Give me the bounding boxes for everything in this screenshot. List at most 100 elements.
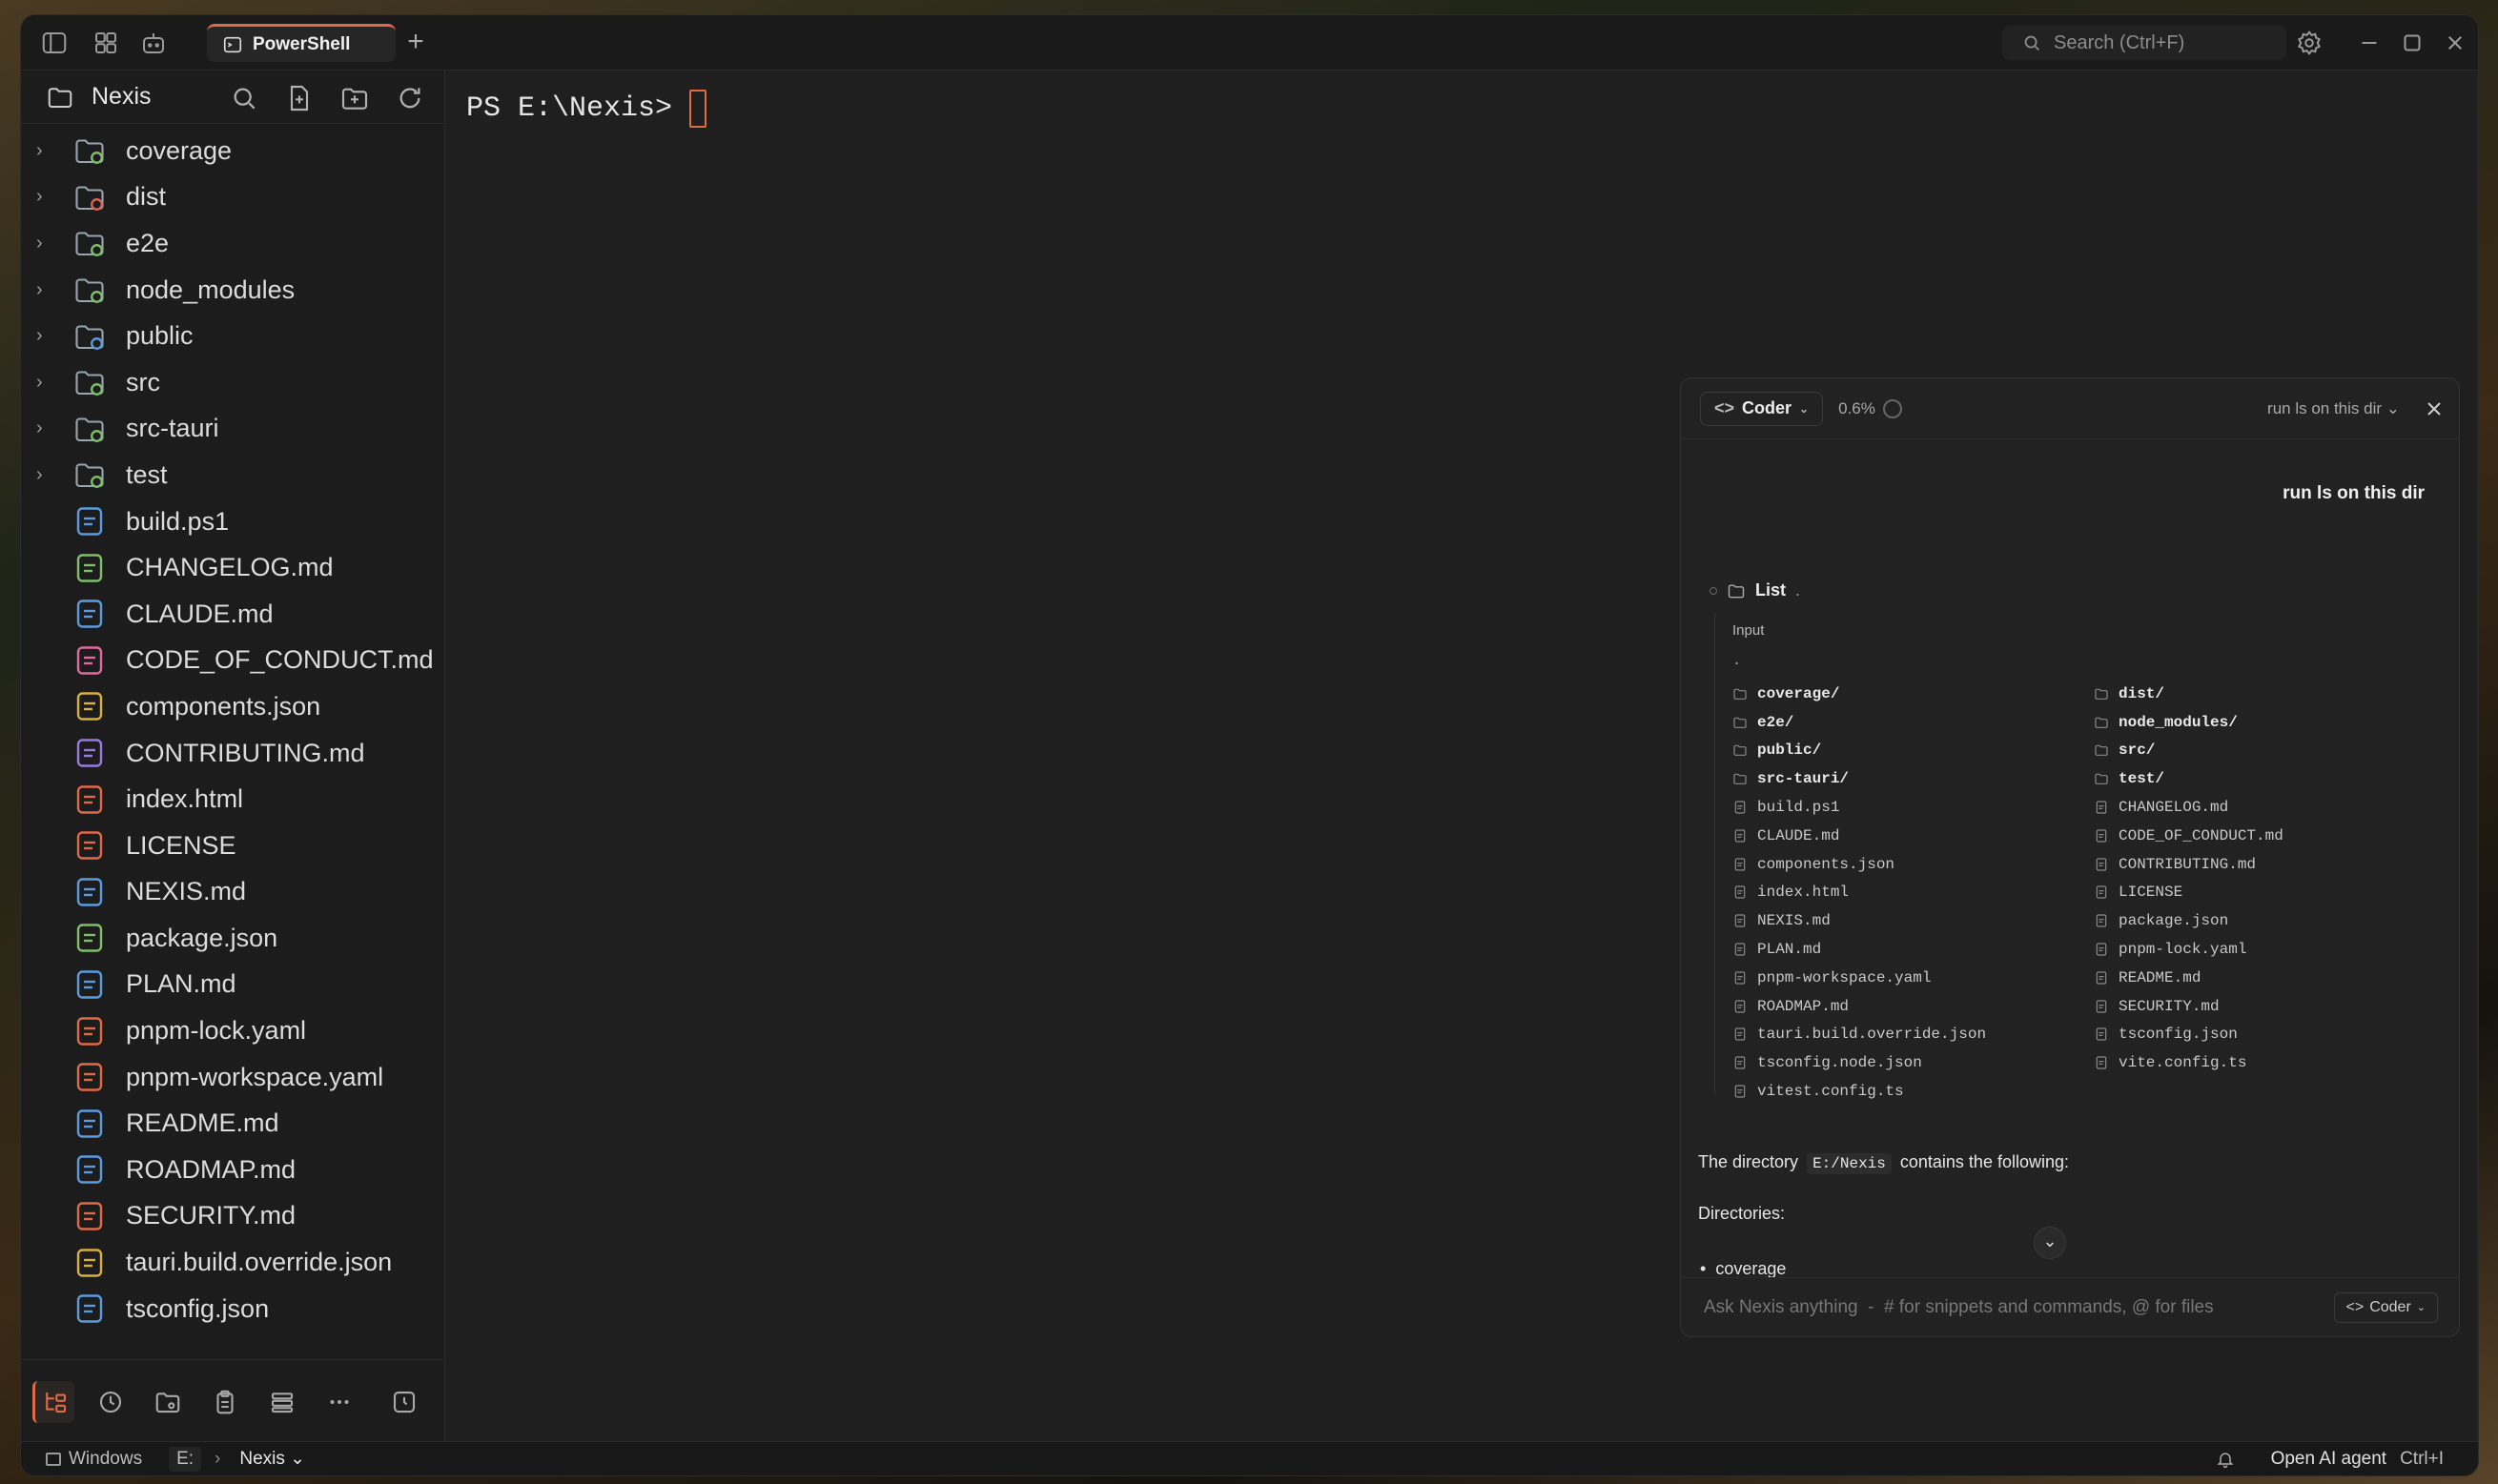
file-row[interactable]: pnpm-workspace.yaml <box>21 1054 444 1101</box>
chevron-right-icon[interactable]: › <box>36 325 59 347</box>
folder-icon <box>72 365 107 399</box>
folder-row[interactable]: › dist <box>21 174 444 221</box>
listing-entry-name: dist/ <box>2119 684 2165 702</box>
search-files-icon[interactable] <box>229 83 259 113</box>
grid-icon[interactable] <box>92 29 120 57</box>
chevron-right-icon[interactable]: › <box>36 464 59 486</box>
file-icon <box>72 736 107 770</box>
bell-icon[interactable] <box>2216 1450 2235 1469</box>
tool-call-header[interactable]: List . <box>1710 580 1800 600</box>
session-title-label: run ls on this dir <box>2267 398 2383 417</box>
refresh-icon[interactable] <box>395 83 425 113</box>
folder-row[interactable]: › public <box>21 313 444 359</box>
settings-gear-icon[interactable] <box>2295 29 2324 57</box>
new-folder-icon[interactable] <box>339 83 370 113</box>
scroll-down-button[interactable]: ⌄ <box>2034 1227 2066 1259</box>
file-row[interactable]: NEXIS.md <box>21 869 444 916</box>
file-row[interactable]: tsconfig.json <box>21 1286 444 1332</box>
file-icon <box>1732 884 1757 900</box>
folder-breadcrumb-label: Nexis <box>239 1449 285 1469</box>
file-row[interactable]: CONTRIBUTING.md <box>21 730 444 777</box>
search-box[interactable]: Search (Ctrl+F) <box>2002 26 2286 60</box>
file-icon <box>72 1014 107 1048</box>
folder-row[interactable]: › e2e <box>21 220 444 267</box>
folder-row[interactable]: › node_modules <box>21 267 444 314</box>
file-row[interactable]: pnpm-lock.yaml <box>21 1007 444 1054</box>
folder-row[interactable]: › src <box>21 359 444 406</box>
file-row[interactable]: PLAN.md <box>21 962 444 1008</box>
listing-entry-name: pnpm-lock.yaml <box>2119 941 2247 959</box>
listing-entry: vitest.config.ts <box>1732 1077 1986 1106</box>
search-placeholder: Search (Ctrl+F) <box>2054 31 2185 53</box>
chat-header: <> Coder ⌄ 0.6% run ls on this dir ⌄ <box>1681 378 2459 439</box>
chevron-right-icon[interactable]: › <box>36 417 59 439</box>
minimize-icon[interactable] <box>2355 29 2384 57</box>
drive-breadcrumb[interactable]: E: <box>169 1446 202 1472</box>
file-row[interactable]: components.json <box>21 683 444 730</box>
mode-selector[interactable]: <> Coder ⌄ <box>1700 391 1824 426</box>
folder-row[interactable]: › src-tauri <box>21 406 444 453</box>
file-row[interactable]: CODE_OF_CONDUCT.md <box>21 638 444 684</box>
listing-entry: ROADMAP.md <box>1732 992 1986 1021</box>
chevron-right-icon[interactable]: › <box>36 140 59 162</box>
item-label: build.ps1 <box>126 506 230 536</box>
close-window-icon[interactable] <box>2441 29 2469 57</box>
file-row[interactable]: ROADMAP.md <box>21 1147 444 1193</box>
file-row[interactable]: CHANGELOG.md <box>21 544 444 591</box>
new-file-icon[interactable] <box>284 83 315 113</box>
terminal-area[interactable]: PS E:\Nexis> <box>466 90 707 128</box>
file-row[interactable]: build.ps1 <box>21 498 444 545</box>
input-mode-selector[interactable]: <> Coder ⌄ <box>2333 1291 2438 1323</box>
file-row[interactable]: index.html <box>21 776 444 823</box>
file-tree-view-icon[interactable] <box>32 1380 74 1423</box>
file-row[interactable]: SECURITY.md <box>21 1193 444 1240</box>
close-panel-icon[interactable] <box>2423 397 2446 420</box>
bot-icon[interactable] <box>139 29 168 57</box>
mode-label: Coder <box>1742 398 1792 417</box>
code-icon: <> <box>2345 1298 2365 1315</box>
file-icon <box>72 967 107 1002</box>
tab-powershell[interactable]: PowerShell <box>207 24 396 62</box>
file-icon <box>72 1291 107 1326</box>
listing-entry: package.json <box>2094 906 2283 935</box>
clipboard-icon[interactable] <box>204 1381 246 1423</box>
listing-entry: CHANGELOG.md <box>2094 793 2283 822</box>
folder-row[interactable]: › coverage <box>21 128 444 174</box>
git-folder-icon[interactable] <box>147 1381 189 1423</box>
session-title[interactable]: run ls on this dir ⌄ <box>2267 399 2400 418</box>
sidebar-toggle-icon[interactable] <box>40 29 69 57</box>
open-ai-agent-button[interactable]: Open AI agent <box>2271 1449 2387 1470</box>
listing-right-column: dist/node_modules/src/test/CHANGELOG.md C… <box>2094 680 2283 1077</box>
listing-entry-name: PLAN.md <box>1757 941 1822 959</box>
history-icon[interactable] <box>90 1381 132 1423</box>
folder-row[interactable]: › test <box>21 452 444 498</box>
ai-chat-panel: <> Coder ⌄ 0.6% run ls on this dir ⌄ run l… <box>1680 377 2460 1337</box>
folder-icon <box>2094 715 2119 730</box>
listing-entry-name: CONTRIBUTING.md <box>2119 855 2257 873</box>
file-icon <box>72 1152 107 1187</box>
listing-entry: pnpm-workspace.yaml <box>1732 964 1986 992</box>
chevron-right-icon[interactable]: › <box>36 372 59 394</box>
chevron-right-icon[interactable]: › <box>36 233 59 254</box>
stack-icon[interactable] <box>261 1381 303 1423</box>
file-row[interactable]: package.json <box>21 915 444 962</box>
chevron-down-icon: ⌄ <box>2416 1302 2426 1313</box>
folder-breadcrumb[interactable]: Nexis ⌄ <box>239 1448 305 1470</box>
more-icon[interactable] <box>318 1381 360 1423</box>
item-label: README.md <box>126 1108 279 1138</box>
file-row[interactable]: tauri.build.override.json <box>21 1239 444 1286</box>
file-icon <box>2094 884 2119 900</box>
folder-icon <box>72 319 107 354</box>
file-row[interactable]: CLAUDE.md <box>21 591 444 638</box>
new-tab-button[interactable]: + <box>402 28 429 57</box>
chat-input[interactable]: Ask Nexis anything - # for snippets and … <box>1681 1277 2459 1336</box>
file-icon <box>2094 857 2119 872</box>
os-label[interactable]: Windows <box>69 1449 142 1470</box>
ai-panel-icon[interactable] <box>383 1381 425 1423</box>
chevron-right-icon[interactable]: › <box>36 186 59 208</box>
maximize-icon[interactable] <box>2398 29 2426 57</box>
file-row[interactable]: LICENSE <box>21 823 444 869</box>
file-row[interactable]: README.md <box>21 1100 444 1147</box>
folder-icon <box>1732 771 1757 786</box>
chevron-right-icon[interactable]: › <box>36 279 59 301</box>
